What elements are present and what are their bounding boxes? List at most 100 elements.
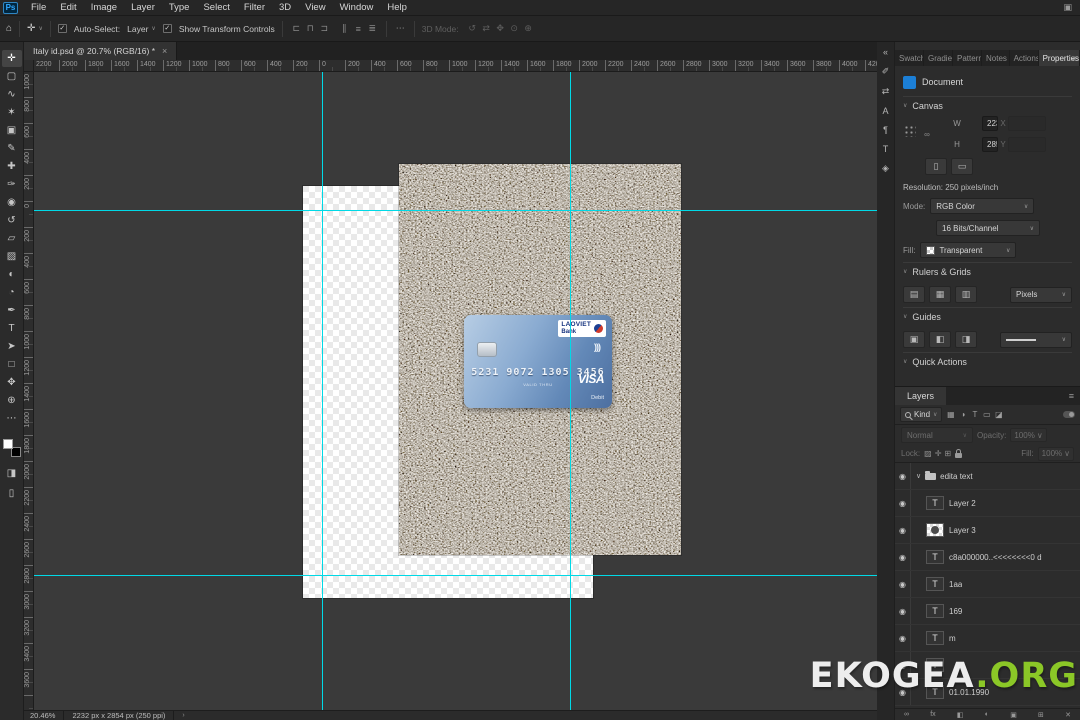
path-selection-tool[interactable]: ➤ xyxy=(2,338,22,355)
tab-notes[interactable]: Notes xyxy=(982,50,1010,66)
layer-filter-kind-select[interactable]: Kind ∨ xyxy=(900,407,943,422)
align-left-icon[interactable]: ⊏ xyxy=(290,23,303,34)
menu-view[interactable]: View xyxy=(298,0,332,16)
marquee-tool[interactable]: ▢ xyxy=(2,68,22,85)
menu-window[interactable]: Window xyxy=(333,0,381,16)
character-panel-icon[interactable]: A xyxy=(877,106,895,116)
color-mode-select[interactable]: RGB Color ∨ xyxy=(930,198,1035,214)
visibility-toggle[interactable]: ◉ xyxy=(895,598,911,624)
text-layer-thumbnail[interactable]: T xyxy=(926,631,944,645)
move-tool[interactable]: ✛ xyxy=(1,50,22,67)
vertical-guide-1[interactable] xyxy=(322,72,323,710)
opacity-field[interactable]: 100% ∨ xyxy=(1010,428,1047,442)
chevron-right-icon[interactable]: › xyxy=(182,712,184,719)
menu-file[interactable]: File xyxy=(24,0,53,16)
visibility-toggle[interactable]: ◉ xyxy=(895,490,911,516)
image-layer-thumbnail[interactable] xyxy=(926,523,944,537)
gradient-tool[interactable]: ▨ xyxy=(2,248,22,265)
dodge-tool[interactable]: ◔ xyxy=(2,284,22,301)
layer-row[interactable]: ◉ T 169 xyxy=(895,598,1080,625)
ruler-origin-corner[interactable] xyxy=(24,60,34,72)
delete-layer-icon[interactable]: ✕ xyxy=(1065,711,1071,719)
slide-3d-icon[interactable]: ⊙ xyxy=(508,23,521,34)
quick-mask-icon[interactable]: ◨ xyxy=(2,465,22,482)
document-tab[interactable]: Italy id.psd @ 20.7% (RGB/16) * × xyxy=(24,42,178,60)
lasso-tool[interactable]: ∿ xyxy=(2,86,22,103)
lock-all-icon[interactable] xyxy=(955,449,963,458)
crop-tool[interactable]: ▣ xyxy=(2,122,22,139)
distribute-center-icon[interactable]: ≡ xyxy=(352,24,365,34)
quick-actions-section-header[interactable]: ∨ Quick Actions xyxy=(903,352,1072,370)
clear-guides-icon[interactable]: ◨ xyxy=(955,331,977,348)
height-field[interactable]: 2854 px xyxy=(982,137,998,152)
canvas-fill-select[interactable]: Transparent ∨ xyxy=(920,242,1017,258)
clone-source-panel-icon[interactable]: ⇄ xyxy=(877,86,895,97)
layer-name[interactable]: m xyxy=(949,634,956,643)
menu-edit[interactable]: Edit xyxy=(53,0,83,16)
tab-gradients[interactable]: Gradients xyxy=(924,50,953,66)
layer-row[interactable]: ◉ T 1aa xyxy=(895,571,1080,598)
guide-layout-icon[interactable]: ◧ xyxy=(929,331,951,348)
menu-filter[interactable]: Filter xyxy=(237,0,272,16)
document-info[interactable]: 2232 px x 2854 px (250 ppi) xyxy=(63,710,175,720)
zoom-level[interactable]: 20.46% xyxy=(30,711,55,720)
lock-position-icon[interactable]: ✛ xyxy=(935,449,942,458)
filter-smart-objects-icon[interactable]: ◪ xyxy=(993,410,1004,419)
horizontal-guide-1[interactable] xyxy=(34,210,877,211)
visibility-toggle[interactable]: ◉ xyxy=(895,463,911,489)
layer-row[interactable]: ◉ T c8a000000..<<<<<<<<0 d xyxy=(895,544,1080,571)
ruler-toggle-icon[interactable]: ▤ xyxy=(903,286,925,303)
canvas-section-header[interactable]: ∨ Canvas xyxy=(903,96,1072,114)
layer-row[interactable]: ◉ T m xyxy=(895,625,1080,652)
magic-wand-tool[interactable]: ✶ xyxy=(2,104,22,121)
align-right-icon[interactable]: ⊐ xyxy=(318,23,331,34)
guides-section-header[interactable]: ∨ Guides xyxy=(903,307,1072,325)
text-layer-thumbnail[interactable]: T xyxy=(926,550,944,564)
collapse-dock-icon[interactable]: « xyxy=(877,47,895,57)
filter-type-layers-icon[interactable]: T xyxy=(969,410,980,419)
text-layer-thumbnail[interactable]: T xyxy=(926,577,944,591)
group-expand-caret[interactable]: ∨ xyxy=(916,472,921,480)
landscape-orientation-button[interactable]: ▭ xyxy=(951,158,973,175)
workspace-switcher-icon[interactable]: ▣ xyxy=(1055,2,1080,13)
tab-layers[interactable]: Layers xyxy=(895,387,947,405)
show-transform-checkbox[interactable]: ✓ xyxy=(162,24,172,33)
menu-image[interactable]: Image xyxy=(84,0,124,16)
layer-name[interactable]: Layer 2 xyxy=(949,499,976,508)
guide-style-select[interactable]: ∨ xyxy=(1000,331,1072,348)
layers-panel-menu-icon[interactable]: ≡ xyxy=(1063,387,1080,405)
layer-mask-icon[interactable]: ◧ xyxy=(957,711,964,719)
pan-3d-icon[interactable]: ✥ xyxy=(494,23,507,34)
new-layer-icon[interactable]: ⊞ xyxy=(1038,711,1044,719)
home-icon[interactable]: ⌂ xyxy=(6,23,12,34)
tab-swatches[interactable]: Swatches xyxy=(895,50,924,66)
lock-transparency-icon[interactable]: ▨ xyxy=(924,449,932,458)
menu-type[interactable]: Type xyxy=(162,0,197,16)
tab-patterns[interactable]: Patterns xyxy=(953,50,982,66)
distribute-horizontal-icon[interactable]: ≣ xyxy=(366,23,379,34)
history-brush-tool[interactable]: ↺ xyxy=(2,212,22,229)
menu-3d[interactable]: 3D xyxy=(272,0,298,16)
grid-toggle-icon[interactable]: ▦ xyxy=(929,286,951,303)
width-field[interactable]: 2232 px xyxy=(982,116,998,131)
filter-adjustment-layers-icon[interactable]: ◑ xyxy=(957,410,968,419)
layer-name[interactable]: edita text xyxy=(940,472,972,481)
text-layer-thumbnail[interactable]: T xyxy=(926,496,944,510)
layer-group-icon[interactable]: ▣ xyxy=(1010,711,1017,719)
layer-name[interactable]: 1aa xyxy=(949,580,962,589)
layer-name[interactable]: 169 xyxy=(949,607,962,616)
auto-select-target-select[interactable]: Layer ∨ xyxy=(127,24,156,34)
link-layers-icon[interactable]: ∞ xyxy=(904,711,909,718)
brush-settings-panel-icon[interactable]: ✐ xyxy=(877,66,895,77)
filter-shape-layers-icon[interactable]: ▭ xyxy=(981,410,992,419)
roll-3d-icon[interactable]: ⇄ xyxy=(480,23,493,34)
menu-help[interactable]: Help xyxy=(380,0,414,16)
layer-name[interactable]: Layer 3 xyxy=(949,526,976,535)
zoom-tool[interactable]: ⊕ xyxy=(2,392,22,409)
ruler-units-select[interactable]: Pixels ∨ xyxy=(1010,286,1072,303)
tool-preset-picker[interactable]: ✛ ∨ xyxy=(27,23,43,34)
visibility-toggle[interactable]: ◉ xyxy=(895,625,911,651)
layer-row[interactable]: ◉ Layer 3 xyxy=(895,517,1080,544)
link-dimensions-icon[interactable]: ∞ xyxy=(924,130,930,139)
horizontal-ruler[interactable]: 2200 2000 1800 1600 1400 1200 1000 800 600 400 200… xyxy=(34,60,877,72)
